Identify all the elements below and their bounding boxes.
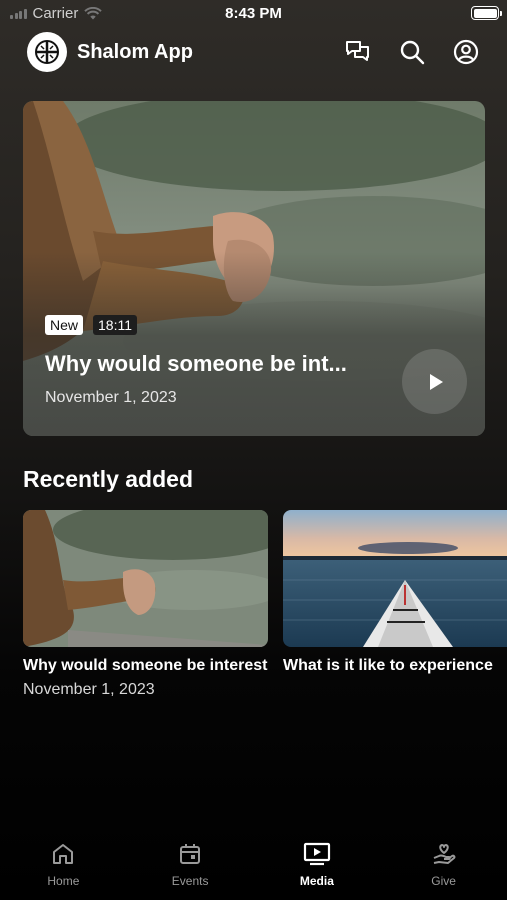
media-thumbnail [283,510,507,647]
tab-events-label: Events [171,874,209,888]
tab-give[interactable]: Give [380,838,507,900]
app-name: Shalom App [77,40,193,63]
media-card-date: November 1, 2023 [23,681,155,698]
profile-icon [453,39,479,65]
media-card[interactable]: Why would someone be interested November… [23,510,268,699]
duration-badge: 18:11 [93,315,138,335]
app-logo[interactable] [27,32,67,72]
media-thumbnail [23,510,268,647]
home-icon [53,844,74,864]
tab-give-label: Give [431,874,456,888]
lake-hands-image [23,510,268,647]
media-card-title: Why would someone be interested [23,657,268,674]
tab-home-label: Home [47,874,80,888]
tab-bar: Home Events Media Give [0,838,507,900]
featured-media-card[interactable]: New 18:11 Why would someone be int... No… [23,101,485,436]
new-badge: New [45,315,84,335]
search-icon [400,40,425,65]
search-button[interactable] [398,38,426,66]
cross-circle-logo-icon [35,40,59,64]
hero-date: November 1, 2023 [45,389,177,406]
status-bar: Carrier 8:43 PM [0,0,507,28]
chat-icon [346,41,369,61]
tab-events[interactable]: Events [127,838,254,900]
media-card[interactable]: What is it like to experience [283,510,507,681]
media-card-title: What is it like to experience [283,657,493,674]
recently-added-carousel[interactable]: Why would someone be interested November… [23,510,507,710]
profile-button[interactable] [452,38,480,66]
play-button[interactable] [402,349,467,414]
battery-icon [471,6,502,20]
play-icon [429,373,443,390]
tab-media[interactable]: Media [254,838,381,900]
chat-button[interactable] [344,38,372,66]
calendar-icon [180,844,201,864]
recently-added-heading: Recently added [23,466,193,492]
tab-home[interactable]: Home [0,838,127,900]
kayak-image [283,510,507,647]
media-icon [303,842,330,866]
give-icon [433,844,456,864]
status-time: 8:43 PM [225,5,282,22]
hero-title: Why would someone be int... [45,351,347,376]
app-header: Shalom App [27,31,480,73]
tab-media-label: Media [299,874,334,888]
